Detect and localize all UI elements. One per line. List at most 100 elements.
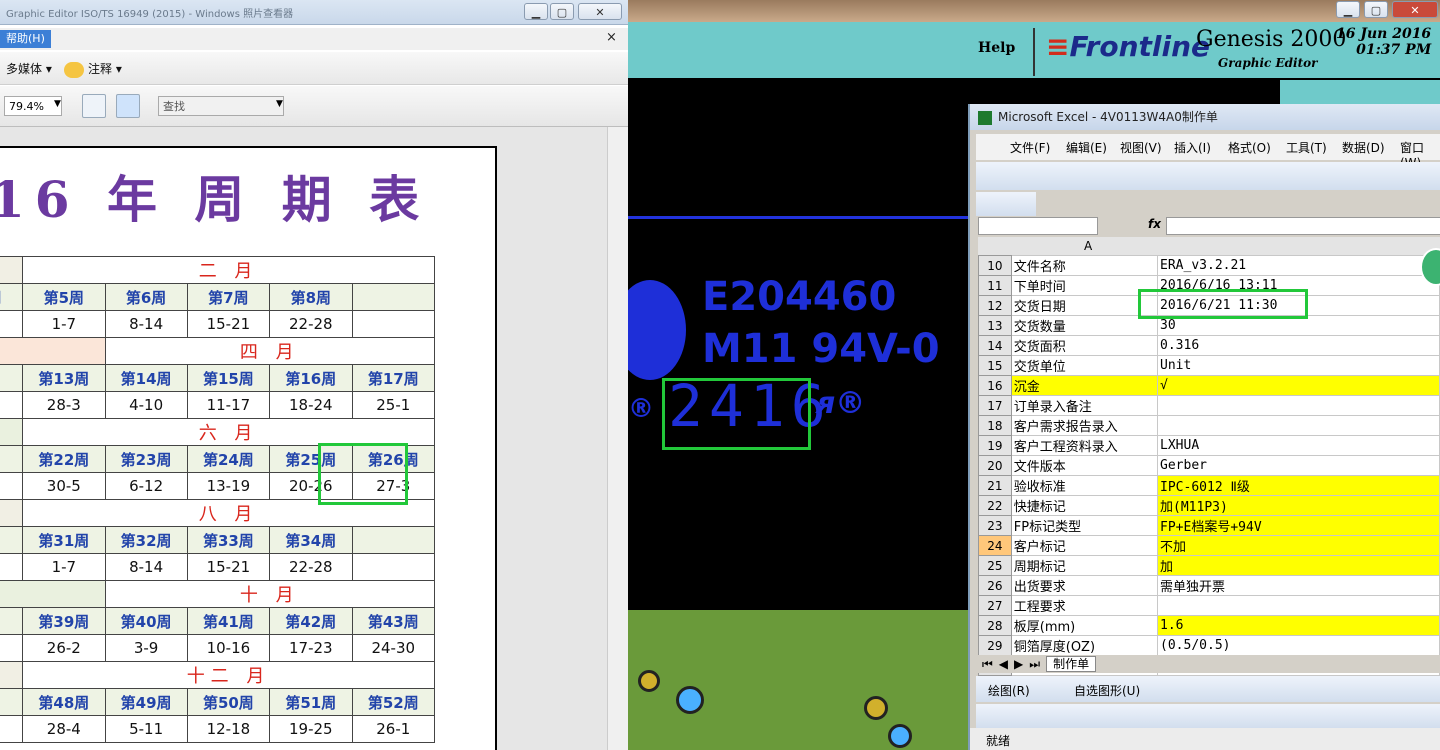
month-label: [0, 499, 24, 527]
day-range-cell: 15-21: [186, 553, 271, 581]
find-input[interactable]: 查找: [158, 96, 284, 116]
row-number[interactable]: 18: [978, 415, 1012, 436]
row-number[interactable]: 13: [978, 315, 1012, 336]
row-number[interactable]: 22: [978, 495, 1012, 516]
help-button[interactable]: Help: [978, 40, 1015, 56]
sheet-tab[interactable]: 制作单: [1046, 656, 1097, 672]
menu-edit[interactable]: 编辑(E): [1066, 139, 1107, 156]
field-name-cell[interactable]: 订单录入备注: [1010, 395, 1159, 416]
field-name-cell[interactable]: FP标记类型: [1010, 515, 1159, 536]
maximize-button[interactable]: ▢: [550, 3, 574, 20]
name-box[interactable]: [978, 217, 1098, 235]
sheet-row: 23 FP标记类型 FP+E档案号+94V: [978, 515, 1440, 536]
row-number[interactable]: 15: [978, 355, 1012, 376]
find-dropdown-icon[interactable]: ▼: [276, 99, 283, 109]
vertical-scrollbar[interactable]: [607, 127, 628, 750]
menu-format[interactable]: 格式(O): [1228, 139, 1271, 156]
genesis-topbar: [628, 0, 1440, 22]
field-name-cell[interactable]: 下单时间: [1010, 275, 1159, 296]
menu-data[interactable]: 数据(D): [1342, 139, 1385, 156]
field-name-cell[interactable]: 交货日期: [1010, 295, 1159, 316]
field-name-cell[interactable]: 工程要求: [1010, 595, 1159, 616]
genesis-maximize-button[interactable]: ▢: [1364, 1, 1388, 18]
field-name-cell[interactable]: 客户需求报告录入: [1010, 415, 1159, 436]
product-name: Genesis 2000: [1196, 27, 1347, 52]
column-a-header[interactable]: A: [1084, 239, 1092, 253]
tab-scroll-icon[interactable]: ⏮◀▶⏭: [982, 657, 1046, 671]
field-value-cell[interactable]: 1.6: [1157, 615, 1440, 636]
field-value-cell[interactable]: [1157, 415, 1440, 436]
menu-view[interactable]: 视图(V): [1120, 139, 1162, 156]
field-value-cell[interactable]: 不加: [1157, 535, 1440, 556]
field-name-cell[interactable]: 交货数量: [1010, 315, 1159, 336]
field-value-cell[interactable]: ERA_v3.2.21: [1157, 255, 1440, 276]
field-value-cell[interactable]: IPC-6012 Ⅱ级: [1157, 475, 1440, 496]
row-number[interactable]: 11: [978, 275, 1012, 296]
day-range-cell: [351, 553, 436, 581]
menu-insert[interactable]: 插入(I): [1174, 139, 1211, 156]
sheet-row: 24 客户标记 不加: [978, 535, 1440, 556]
field-name-cell[interactable]: 交货单位: [1010, 355, 1159, 376]
field-name-cell[interactable]: 文件名称: [1010, 255, 1159, 276]
zoom-dropdown-icon[interactable]: ▼: [54, 99, 61, 109]
field-name-cell[interactable]: 客户标记: [1010, 535, 1159, 556]
row-number[interactable]: 28: [978, 615, 1012, 636]
multimedia-button[interactable]: 多媒体 ▾: [6, 60, 52, 77]
field-name-cell[interactable]: 沉金: [1010, 375, 1159, 396]
field-value-cell[interactable]: 需单独开票: [1157, 575, 1440, 596]
row-number[interactable]: 24: [978, 535, 1012, 556]
row-number[interactable]: 23: [978, 515, 1012, 536]
field-value-cell[interactable]: 加(M11P3): [1157, 495, 1440, 516]
menu-help[interactable]: 帮助(H): [0, 30, 51, 48]
genesis-minimize-button[interactable]: ▁: [1336, 1, 1360, 18]
row-number[interactable]: 27: [978, 595, 1012, 616]
close-doc-icon[interactable]: ×: [606, 30, 617, 45]
day-range-cell: 28-3: [22, 391, 106, 419]
field-value-cell[interactable]: FP+E档案号+94V: [1157, 515, 1440, 536]
row-number[interactable]: 10: [978, 255, 1012, 276]
row-number[interactable]: 26: [978, 575, 1012, 596]
row-number[interactable]: 14: [978, 335, 1012, 356]
row-number[interactable]: 25: [978, 555, 1012, 576]
day-range-cell: 4-10: [104, 391, 188, 419]
row-number[interactable]: 16: [978, 375, 1012, 396]
annotation-button[interactable]: 注释 ▾: [64, 60, 122, 78]
fit-width-icon[interactable]: [82, 94, 106, 118]
field-name-cell[interactable]: 周期标记: [1010, 555, 1159, 576]
row-number[interactable]: 17: [978, 395, 1012, 416]
field-name-cell[interactable]: 交货面积: [1010, 335, 1159, 356]
field-value-cell[interactable]: √: [1157, 375, 1440, 396]
row-number[interactable]: 20: [978, 455, 1012, 476]
row-number[interactable]: 21: [978, 475, 1012, 496]
field-name-cell[interactable]: 快捷标记: [1010, 495, 1159, 516]
fit-page-icon[interactable]: [116, 94, 140, 118]
row-number[interactable]: 12: [978, 295, 1012, 316]
field-name-cell[interactable]: 铜箔厚度(OZ): [1010, 635, 1159, 656]
menu-file[interactable]: 文件(F): [1010, 139, 1050, 156]
minimize-button[interactable]: ▁: [524, 3, 548, 20]
week-cell: 第34周: [269, 526, 353, 554]
field-value-cell[interactable]: LXHUA: [1157, 435, 1440, 456]
field-name-cell[interactable]: 文件版本: [1010, 455, 1159, 476]
field-value-cell[interactable]: Gerber: [1157, 455, 1440, 476]
draw-menu-button[interactable]: 绘图(R): [988, 682, 1030, 699]
field-value-cell[interactable]: [1157, 595, 1440, 616]
field-value-cell[interactable]: 0.316: [1157, 335, 1440, 356]
autoshape-menu-button[interactable]: 自选图形(U): [1074, 682, 1140, 699]
field-name-cell[interactable]: 验收标准: [1010, 475, 1159, 496]
row-number[interactable]: 29: [978, 635, 1012, 656]
field-value-cell[interactable]: Unit: [1157, 355, 1440, 376]
field-name-cell[interactable]: 出货要求: [1010, 575, 1159, 596]
row-number[interactable]: 19: [978, 435, 1012, 456]
menu-tools[interactable]: 工具(T): [1286, 139, 1327, 156]
formula-bar[interactable]: [1166, 217, 1440, 235]
genesis-close-button[interactable]: ✕: [1392, 1, 1438, 18]
field-name-cell[interactable]: 客户工程资料录入: [1010, 435, 1159, 456]
pcb-flammability-rating: M11 94V-0: [702, 326, 940, 372]
field-value-cell[interactable]: 加: [1157, 555, 1440, 576]
field-value-cell[interactable]: [1157, 395, 1440, 416]
field-value-cell[interactable]: (0.5/0.5): [1157, 635, 1440, 656]
field-name-cell[interactable]: 板厚(mm): [1010, 615, 1159, 636]
close-button[interactable]: ✕: [578, 3, 622, 20]
sheet-row: 15 交货单位 Unit: [978, 355, 1440, 376]
